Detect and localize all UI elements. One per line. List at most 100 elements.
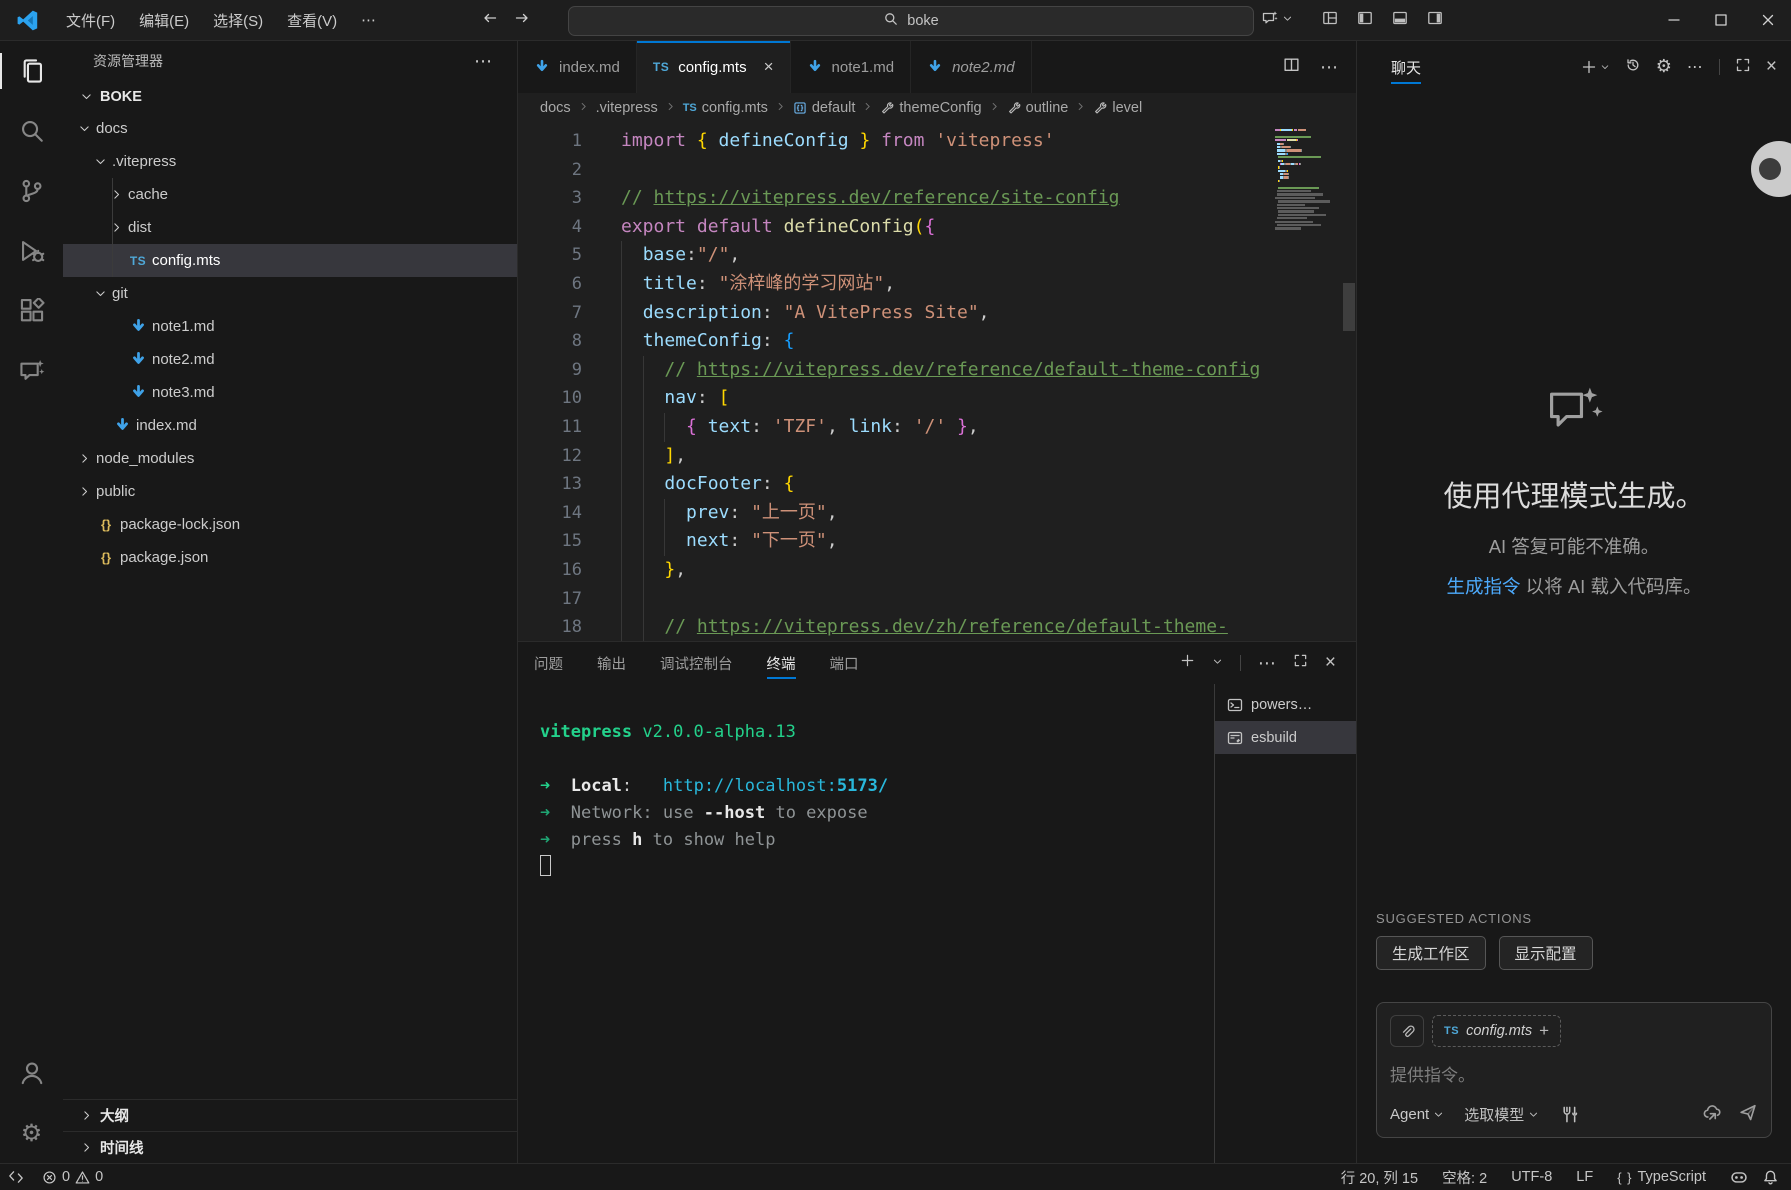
tree-item-package-json[interactable]: {}package.json bbox=[63, 541, 517, 574]
editor-more-icon[interactable]: ⋯ bbox=[1320, 57, 1338, 78]
tree-item--vitepress[interactable]: .vitepress bbox=[63, 145, 517, 178]
chat-settings-gear-icon[interactable]: ⚙ bbox=[1656, 58, 1672, 76]
generate-instructions-link[interactable]: 生成指令 bbox=[1447, 576, 1521, 597]
tab-note1-md[interactable]: note1.md bbox=[791, 41, 912, 93]
workspace-root[interactable]: BOKE bbox=[63, 81, 517, 112]
breadcrumb-item-outline[interactable]: outline bbox=[1007, 100, 1069, 116]
split-editor-icon[interactable] bbox=[1283, 56, 1300, 78]
chat-expand-icon[interactable] bbox=[1735, 57, 1751, 78]
menu-item[interactable]: 选择(S) bbox=[201, 6, 275, 34]
tab-config-mts[interactable]: TSconfig.mts× bbox=[637, 41, 791, 93]
minimize-button[interactable] bbox=[1650, 0, 1697, 40]
toggle-secondary-sidebar-icon[interactable] bbox=[1427, 10, 1443, 31]
close-window-button[interactable] bbox=[1744, 0, 1791, 40]
terminal-instance-esbuild[interactable]: esbuild bbox=[1215, 721, 1356, 754]
panel-more-icon[interactable]: ⋯ bbox=[1258, 653, 1276, 674]
activity-explorer[interactable] bbox=[0, 41, 63, 101]
chat-history-icon[interactable] bbox=[1625, 57, 1641, 78]
suggested-action-button[interactable]: 显示配置 bbox=[1499, 936, 1593, 970]
language-mode[interactable]: { }TypeScript bbox=[1617, 1169, 1706, 1185]
activity-chat[interactable] bbox=[0, 341, 63, 401]
breadcrumb-item-themeConfig[interactable]: themeConfig bbox=[880, 100, 981, 116]
attach-context-button[interactable] bbox=[1390, 1015, 1424, 1047]
panel-tab-终端[interactable]: 终端 bbox=[767, 642, 796, 684]
toggle-panel-icon[interactable] bbox=[1392, 10, 1408, 31]
account-icon[interactable] bbox=[0, 1043, 63, 1103]
tab-index-md[interactable]: index.md bbox=[518, 41, 637, 93]
panel-tab-输出[interactable]: 输出 bbox=[597, 642, 626, 684]
notifications-bell-icon[interactable] bbox=[1762, 1169, 1779, 1186]
attachment-chip[interactable]: TS config.mts + bbox=[1432, 1015, 1561, 1047]
problems-status[interactable]: 0 0 bbox=[42, 1169, 103, 1185]
send-button[interactable] bbox=[1738, 1102, 1758, 1127]
copilot-status-icon[interactable] bbox=[1730, 1168, 1748, 1186]
editor-scrollbar[interactable] bbox=[1343, 283, 1355, 331]
customize-layout-icon[interactable] bbox=[1322, 10, 1338, 31]
forward-arrow-icon[interactable] bbox=[514, 10, 530, 31]
menu-item[interactable]: ⋯ bbox=[349, 6, 388, 34]
panel-close-icon[interactable]: × bbox=[1325, 652, 1336, 674]
tree-item-index-md[interactable]: index.md bbox=[63, 409, 517, 442]
suggested-action-button[interactable]: 生成工作区 bbox=[1376, 936, 1486, 970]
panel-maximize-icon[interactable] bbox=[1293, 653, 1308, 673]
tree-item-cache[interactable]: cache bbox=[63, 178, 517, 211]
tree-item-node-modules[interactable]: node_modules bbox=[63, 442, 517, 475]
tree-item-git[interactable]: git bbox=[63, 277, 517, 310]
breadcrumb-item--vitepress[interactable]: .vitepress bbox=[596, 100, 658, 116]
indentation-status[interactable]: 空格: 2 bbox=[1442, 1167, 1487, 1188]
activity-source-control[interactable] bbox=[0, 161, 63, 221]
panel-tab-问题[interactable]: 问题 bbox=[534, 642, 563, 684]
activity-extensions[interactable] bbox=[0, 281, 63, 341]
breadcrumb-item-default[interactable]: default bbox=[793, 100, 856, 116]
terminal-instance-powers[interactable]: powers… bbox=[1215, 688, 1356, 721]
chat-tab[interactable]: 聊天 bbox=[1391, 41, 1421, 93]
breadcrumb-item-docs[interactable]: docs bbox=[540, 100, 571, 116]
tree-item-note2-md[interactable]: note2.md bbox=[63, 343, 517, 376]
tree-item-note1-md[interactable]: note1.md bbox=[63, 310, 517, 343]
new-chat-icon[interactable] bbox=[1581, 59, 1610, 75]
explorer-more-icon[interactable]: ⋯ bbox=[474, 51, 493, 72]
chat-close-icon[interactable]: × bbox=[1766, 56, 1777, 78]
panel-tab-调试控制台[interactable]: 调试控制台 bbox=[660, 642, 733, 684]
panel-tab-端口[interactable]: 端口 bbox=[830, 642, 859, 684]
chat-composer[interactable]: TS config.mts + 提供指令。 Agent 选取模型 bbox=[1376, 1002, 1772, 1138]
back-arrow-icon[interactable] bbox=[482, 10, 498, 31]
copilot-menu[interactable] bbox=[1262, 10, 1293, 26]
voice-input-icon[interactable] bbox=[1702, 1102, 1722, 1127]
tab-note2-md[interactable]: note2.md bbox=[911, 41, 1032, 93]
breadcrumb-item-level[interactable]: level bbox=[1093, 100, 1142, 116]
settings-gear-icon[interactable]: ⚙ bbox=[0, 1103, 63, 1163]
model-selector[interactable]: 选取模型 bbox=[1464, 1104, 1539, 1125]
cursor-position[interactable]: 行 20, 列 15 bbox=[1341, 1167, 1418, 1188]
maximize-button[interactable] bbox=[1697, 0, 1744, 40]
menu-item[interactable]: 文件(F) bbox=[54, 6, 127, 34]
new-terminal-icon[interactable] bbox=[1180, 653, 1195, 673]
tree-item-public[interactable]: public bbox=[63, 475, 517, 508]
breadcrumb-item-config-mts[interactable]: TSconfig.mts bbox=[683, 100, 768, 116]
toggle-sidebar-icon[interactable] bbox=[1357, 10, 1373, 31]
chat-input[interactable]: 提供指令。 bbox=[1390, 1061, 1758, 1086]
menu-item[interactable]: 查看(V) bbox=[275, 6, 349, 34]
code-editor[interactable]: 1import { defineConfig } from 'vitepress… bbox=[518, 123, 1356, 641]
terminal-output[interactable]: vitepress v2.0.0-alpha.13➜ Local: http:/… bbox=[518, 684, 1214, 1163]
chat-more-icon[interactable]: ⋯ bbox=[1687, 57, 1704, 77]
activity-search[interactable] bbox=[0, 101, 63, 161]
tools-icon[interactable] bbox=[1561, 1105, 1580, 1124]
tree-item-config-mts[interactable]: TSconfig.mts bbox=[63, 244, 517, 277]
sidebar-section-大纲[interactable]: 大纲 bbox=[63, 1100, 517, 1131]
activity-run-debug[interactable] bbox=[0, 221, 63, 281]
minimap[interactable] bbox=[1275, 129, 1341, 231]
close-tab-icon[interactable]: × bbox=[764, 57, 774, 77]
eol-status[interactable]: LF bbox=[1576, 1169, 1593, 1185]
tree-item-note3-md[interactable]: note3.md bbox=[63, 376, 517, 409]
tree-item-dist[interactable]: dist bbox=[63, 211, 517, 244]
terminal-dropdown-icon[interactable] bbox=[1212, 654, 1223, 672]
mode-selector[interactable]: Agent bbox=[1390, 1106, 1444, 1123]
command-center-search[interactable]: boke bbox=[568, 6, 1254, 36]
encoding-status[interactable]: UTF-8 bbox=[1511, 1169, 1552, 1185]
menu-item[interactable]: 编辑(E) bbox=[127, 6, 201, 34]
add-attachment-icon[interactable]: + bbox=[1539, 1021, 1549, 1041]
sidebar-section-时间线[interactable]: 时间线 bbox=[63, 1131, 517, 1163]
tree-item-docs[interactable]: docs bbox=[63, 112, 517, 145]
avatar[interactable] bbox=[1751, 141, 1791, 197]
